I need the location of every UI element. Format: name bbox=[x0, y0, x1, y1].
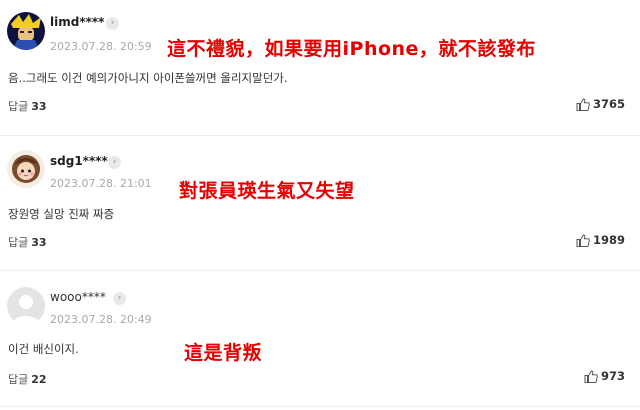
thumbs-up-icon bbox=[584, 369, 598, 383]
reply-label: 답글 bbox=[8, 236, 29, 249]
reply-button[interactable]: 답글 33 bbox=[8, 98, 47, 114]
reply-count: 22 bbox=[31, 373, 47, 386]
avatar[interactable] bbox=[7, 12, 45, 50]
reply-count: 33 bbox=[31, 236, 47, 249]
avatar-image bbox=[7, 150, 45, 188]
like-count: 3765 bbox=[592, 97, 625, 111]
avatar[interactable] bbox=[7, 150, 45, 188]
chevron-right-icon[interactable]: › bbox=[113, 292, 126, 305]
thumbs-up-icon bbox=[576, 233, 590, 247]
username[interactable]: wooo**** bbox=[50, 290, 106, 304]
like-count: 973 bbox=[600, 369, 625, 383]
reply-button[interactable]: 답글 33 bbox=[8, 234, 47, 250]
reply-button[interactable]: 답글 22 bbox=[8, 371, 47, 387]
comment-text: 음..그래도 이건 예의가아니지 아이폰쓸꺼면 올리지말던가. bbox=[8, 71, 288, 85]
chevron-right-icon[interactable]: › bbox=[106, 17, 119, 30]
annotation-text: 這是背叛 bbox=[184, 342, 263, 364]
reply-label: 답글 bbox=[8, 373, 29, 386]
avatar-image bbox=[7, 12, 45, 50]
comment-item: limd**** › 2023.07.28. 20:59 這不禮貌，如果要用iP… bbox=[0, 0, 640, 135]
comment-date: 2023.07.28. 20:59 bbox=[50, 40, 152, 53]
avatar[interactable] bbox=[7, 287, 45, 325]
comment-date: 2023.07.28. 21:01 bbox=[50, 177, 152, 190]
default-avatar-icon bbox=[7, 287, 45, 325]
comment-text: 장원영 실망 진짜 짜증 bbox=[8, 207, 115, 221]
reply-count: 33 bbox=[31, 100, 47, 113]
annotation-text: 這不禮貌，如果要用iPhone，就不該發布 bbox=[167, 38, 536, 60]
comment-item: sdg1**** › 2023.07.28. 21:01 對張員瑛生氣又失望 장… bbox=[0, 136, 640, 270]
reply-label: 답글 bbox=[8, 100, 29, 113]
thumbs-up-icon bbox=[576, 97, 590, 111]
annotation-text: 對張員瑛生氣又失望 bbox=[179, 180, 355, 202]
comment-date: 2023.07.28. 20:49 bbox=[50, 313, 152, 326]
username[interactable]: sdg1**** bbox=[50, 154, 108, 168]
divider bbox=[0, 406, 640, 407]
like-button[interactable]: 973 bbox=[584, 369, 625, 383]
like-button[interactable]: 3765 bbox=[576, 97, 625, 111]
comment-text: 이건 배신이지. bbox=[8, 342, 79, 356]
like-button[interactable]: 1989 bbox=[576, 233, 625, 247]
chevron-right-icon[interactable]: › bbox=[108, 156, 121, 169]
username[interactable]: limd**** bbox=[50, 15, 104, 29]
comment-item: wooo**** › 2023.07.28. 20:49 這是背叛 이건 배신이… bbox=[0, 271, 640, 406]
like-count: 1989 bbox=[592, 233, 625, 247]
